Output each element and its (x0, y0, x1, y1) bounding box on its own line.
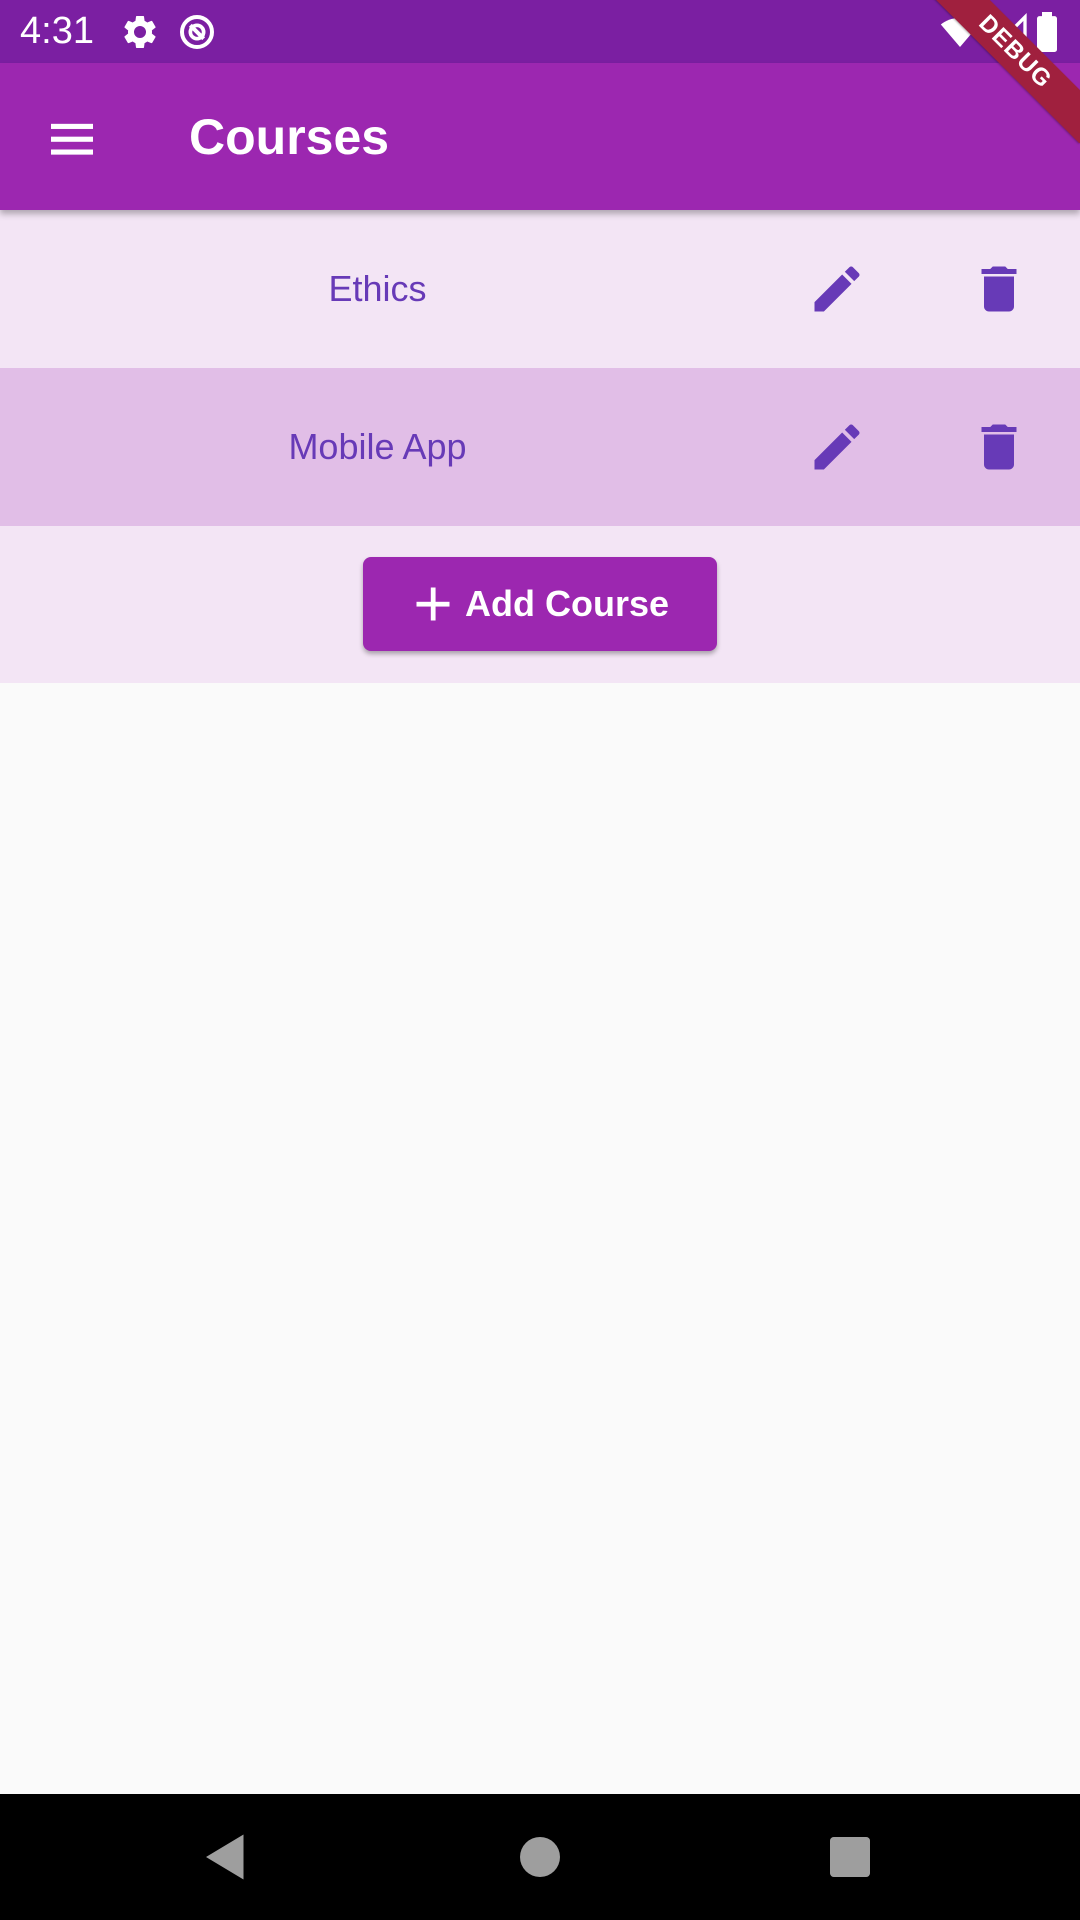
status-bar: 4:31 (0, 0, 1080, 63)
edit-icon (814, 424, 860, 470)
delete-icon (981, 424, 1017, 470)
delete-icon (981, 266, 1017, 312)
home-button[interactable] (510, 1827, 570, 1887)
add-course-button[interactable]: Add Course (363, 557, 717, 651)
course-row: Ethics (0, 210, 1080, 368)
delete-button[interactable] (960, 408, 1038, 486)
delete-button[interactable] (960, 250, 1038, 328)
menu-button[interactable] (36, 103, 108, 175)
course-list: Ethics Mobile App Add Course (0, 210, 1080, 683)
edit-button[interactable] (798, 250, 876, 328)
edit-icon (814, 266, 860, 312)
recents-icon (830, 1837, 870, 1877)
add-course-row: Add Course (0, 526, 1080, 683)
plus-icon (411, 582, 455, 626)
add-course-label: Add Course (464, 583, 669, 624)
back-icon (206, 1834, 244, 1880)
recents-button[interactable] (820, 1827, 880, 1887)
navigation-bar (0, 1794, 1080, 1920)
course-row: Mobile App (0, 368, 1080, 526)
sync-icon (177, 12, 217, 52)
page-title: Courses (189, 109, 390, 165)
home-icon (520, 1837, 560, 1877)
screen: 4:31 DEBUG Courses Ethics Mobile App Add… (0, 0, 1080, 1920)
course-name: Mobile App (288, 426, 467, 467)
settings-icon (120, 12, 160, 52)
course-name: Ethics (328, 268, 427, 309)
app-bar: Courses (0, 63, 1080, 210)
edit-button[interactable] (798, 408, 876, 486)
back-button[interactable] (196, 1827, 256, 1887)
status-time: 4:31 (20, 10, 94, 52)
menu-icon (51, 123, 93, 155)
